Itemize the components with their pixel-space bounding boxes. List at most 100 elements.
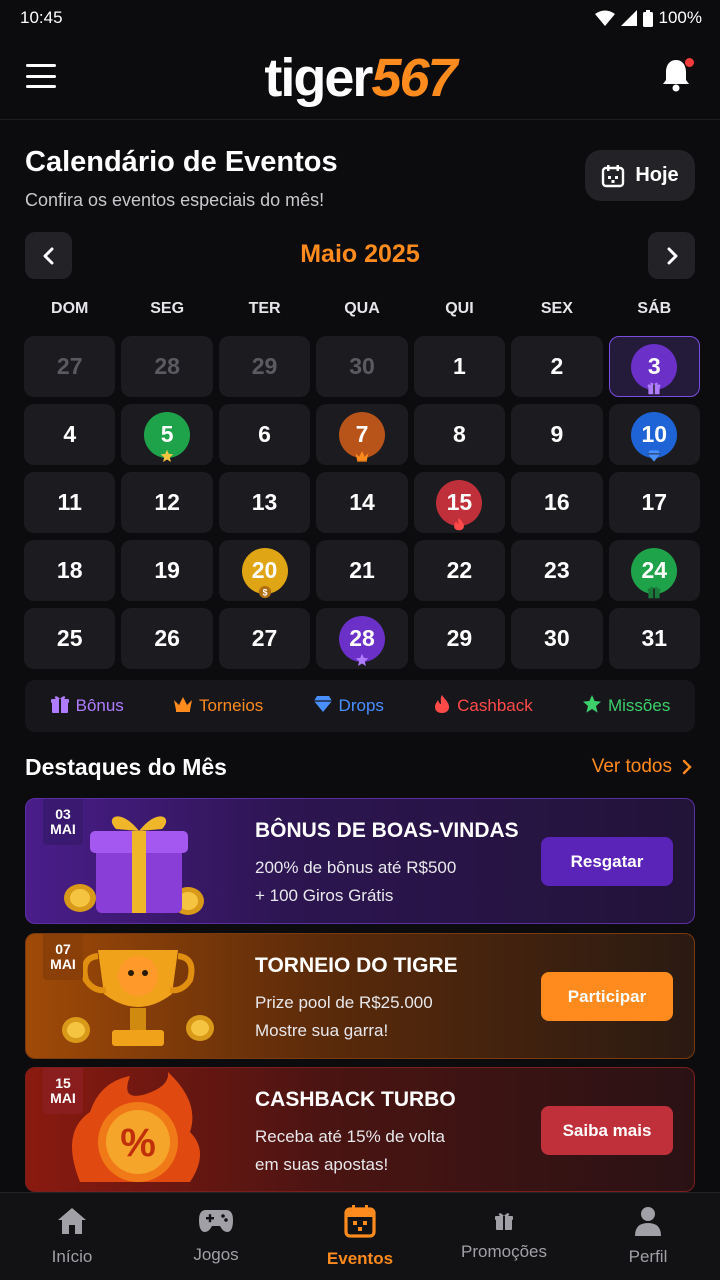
day-number: 14 xyxy=(349,489,375,515)
status-time: 10:45 xyxy=(20,8,63,27)
nav-label: Eventos xyxy=(326,1249,394,1268)
bottom-navigation: Início Jogos Eventos Promoções Perfil xyxy=(0,1192,720,1280)
calendar-day[interactable]: 29 xyxy=(218,336,311,397)
weekday-header: DOM SEG TER QUA QUI SEX SÁB xyxy=(24,300,700,318)
calendar-day[interactable]: 6 xyxy=(218,404,311,465)
calendar-day-event[interactable]: 7 xyxy=(316,404,408,465)
nav-item-home[interactable]: Início xyxy=(0,1193,144,1280)
month-label: Maio 2025 xyxy=(300,240,420,268)
calendar-day[interactable]: 8 xyxy=(413,404,506,465)
calendar-day-event[interactable]: 28 xyxy=(316,608,408,669)
calendar-day-event[interactable]: 20 $ xyxy=(218,540,311,601)
participate-button[interactable]: Participar xyxy=(541,972,673,1021)
claim-button[interactable]: Resgatar xyxy=(541,837,673,886)
weekday-label: SEX xyxy=(540,300,573,317)
day-number: 18 xyxy=(56,557,83,583)
gift-icon xyxy=(494,1211,514,1236)
calendar-day[interactable]: 14 xyxy=(316,472,408,533)
calendar-day[interactable]: 30 xyxy=(316,336,408,397)
calendar-day[interactable]: 11 xyxy=(24,472,116,533)
calendar-day[interactable]: 22 xyxy=(413,540,506,601)
event-marker: 5 xyxy=(144,411,191,462)
legend-label: Torneios xyxy=(199,696,264,715)
star-icon xyxy=(582,694,602,719)
event-marker: 24 xyxy=(631,547,678,598)
fire-icon xyxy=(433,694,451,719)
calendar-day[interactable]: 30 xyxy=(511,608,603,669)
see-all-link[interactable]: Ver todos xyxy=(592,756,692,778)
svg-text:%: % xyxy=(120,1121,156,1165)
calendar-day[interactable]: 23 xyxy=(511,540,603,601)
calendar-day[interactable]: 13 xyxy=(218,472,311,533)
see-all-label: Ver todos xyxy=(591,756,672,777)
nav-item-gamepad[interactable]: Jogos xyxy=(144,1193,288,1280)
app-header: tiger567 xyxy=(0,36,720,120)
notification-bell-icon[interactable] xyxy=(662,58,694,94)
coin-icon: $ xyxy=(257,584,273,600)
crown-icon xyxy=(173,695,193,718)
calendar-day[interactable]: 27 xyxy=(218,608,311,669)
gift-icon xyxy=(50,694,70,719)
chevron-right-icon xyxy=(667,247,677,264)
calendar-day[interactable]: 18 xyxy=(24,540,116,601)
calendar-day[interactable]: 1 xyxy=(413,336,506,397)
weekday-label: TER xyxy=(248,300,281,317)
calendar-day-event[interactable]: 15 xyxy=(413,472,506,533)
legend-item: Cashback xyxy=(433,694,533,719)
weekday-label: QUI xyxy=(445,300,474,317)
calendar-day[interactable]: 31 xyxy=(608,608,700,669)
calendar-day[interactable]: 19 xyxy=(121,540,213,601)
day-number: 16 xyxy=(544,489,570,515)
calendar-day[interactable]: 9 xyxy=(511,404,603,465)
card-date: 07 MAI xyxy=(43,934,83,980)
nav-label: Perfil xyxy=(628,1247,668,1266)
calendar-day-event[interactable]: 24 xyxy=(608,540,700,601)
logo: tiger567 xyxy=(264,47,457,108)
calendar-day[interactable]: 25 xyxy=(24,608,116,669)
event-card-cashback[interactable]: 15 MAI % CASHBACK TURBO Receba até 15% de… xyxy=(25,1067,695,1192)
nav-item-gift[interactable]: Promoções xyxy=(432,1193,576,1280)
calendar-day[interactable]: 29 xyxy=(413,608,506,669)
calendar-day[interactable]: 2 xyxy=(511,336,603,397)
day-number: 17 xyxy=(641,489,668,515)
weekday-label: QUA xyxy=(344,300,380,317)
today-button[interactable]: Hoje xyxy=(585,150,695,201)
day-number: 31 xyxy=(641,625,668,651)
wifi-icon xyxy=(594,10,615,26)
nav-item-user[interactable]: Perfil xyxy=(576,1193,720,1280)
calendar-day[interactable]: 12 xyxy=(121,472,213,533)
calendar-day-event[interactable]: 5 xyxy=(121,404,213,465)
calendar-day[interactable]: 16 xyxy=(511,472,603,533)
day-number: 2 xyxy=(550,353,564,379)
day-number: 28 xyxy=(349,625,375,651)
nav-item-calendar[interactable]: Eventos xyxy=(288,1193,432,1280)
event-card-tournament[interactable]: 07 MAI TORNEIO DO TIGRE Prize pool de R$2… xyxy=(25,933,695,1059)
calendar-day[interactable]: 21 xyxy=(316,540,408,601)
day-number: 7 xyxy=(355,421,369,447)
svg-text:$: $ xyxy=(262,587,267,597)
legend-label: Bônus xyxy=(75,696,124,715)
calendar-day[interactable]: 28 xyxy=(121,336,213,397)
day-number: 28 xyxy=(154,353,180,379)
diamond-icon xyxy=(646,448,662,464)
event-marker: 28 xyxy=(338,615,385,666)
legend-item: Bônus xyxy=(50,694,124,719)
fire-icon xyxy=(451,516,467,532)
day-number: 30 xyxy=(349,353,375,379)
day-number: 24 xyxy=(641,557,668,583)
notification-dot xyxy=(685,58,694,67)
calendar-day-today[interactable]: 3 xyxy=(608,336,700,397)
event-card-bonus[interactable]: 03 MAI BÔNUS DE BOAS-VINDAS 200% de bônus… xyxy=(25,798,695,924)
day-number: 12 xyxy=(154,489,180,515)
next-month-button[interactable] xyxy=(648,232,695,279)
calendar-day[interactable]: 4 xyxy=(24,404,116,465)
learn-more-button[interactable]: Saiba mais xyxy=(541,1106,673,1155)
event-marker: 20 $ xyxy=(241,547,288,598)
calendar-day[interactable]: 27 xyxy=(24,336,116,397)
calendar-day[interactable]: 26 xyxy=(121,608,213,669)
menu-icon[interactable] xyxy=(26,64,56,88)
weekday-label: SÁB xyxy=(637,300,672,317)
day-number: 21 xyxy=(349,557,375,583)
calendar-day-event[interactable]: 10 xyxy=(608,404,700,465)
calendar-day[interactable]: 17 xyxy=(608,472,700,533)
